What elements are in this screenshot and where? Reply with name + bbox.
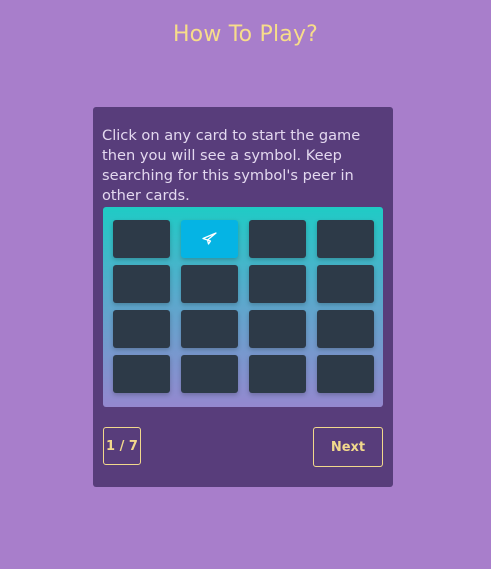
card-hidden[interactable] bbox=[317, 265, 374, 303]
card-hidden[interactable] bbox=[181, 310, 238, 348]
next-button[interactable]: Next bbox=[313, 427, 383, 467]
card-hidden[interactable] bbox=[113, 220, 170, 258]
card-hidden[interactable] bbox=[249, 220, 306, 258]
card-hidden[interactable] bbox=[113, 265, 170, 303]
card-hidden[interactable] bbox=[249, 310, 306, 348]
card-board bbox=[103, 207, 383, 407]
card-hidden[interactable] bbox=[181, 265, 238, 303]
card-hidden[interactable] bbox=[249, 355, 306, 393]
page-title: How To Play? bbox=[172, 22, 319, 47]
how-to-play-panel: Click on any card to start the game then… bbox=[93, 107, 393, 487]
card-hidden[interactable] bbox=[317, 355, 374, 393]
paper-plane-icon bbox=[202, 232, 217, 245]
card-hidden[interactable] bbox=[249, 265, 306, 303]
card-hidden[interactable] bbox=[317, 310, 374, 348]
card-revealed[interactable] bbox=[181, 220, 238, 258]
card-hidden[interactable] bbox=[113, 310, 170, 348]
step-counter: 1 / 7 bbox=[103, 427, 141, 465]
card-hidden[interactable] bbox=[181, 355, 238, 393]
instructions-text: Click on any card to start the game then… bbox=[102, 127, 361, 204]
card-hidden[interactable] bbox=[113, 355, 170, 393]
card-hidden[interactable] bbox=[317, 220, 374, 258]
